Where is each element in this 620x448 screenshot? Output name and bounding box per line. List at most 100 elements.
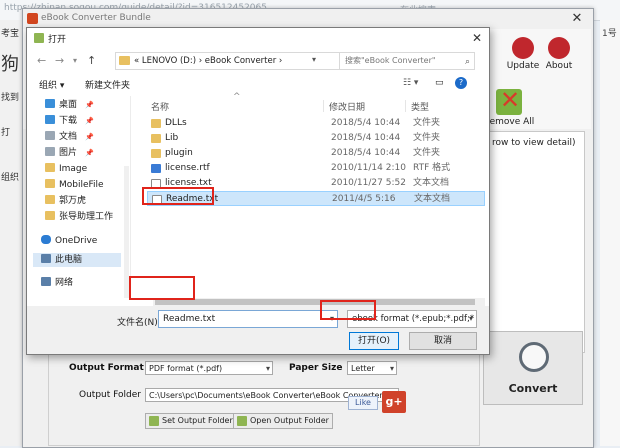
folder-icon [237, 416, 247, 426]
file-date: 2010/11/14 2:10 [331, 163, 406, 173]
nav-item-desktop[interactable]: 桌面 [45, 98, 94, 112]
nav-item-folder[interactable]: 郭万虎 [45, 194, 86, 208]
download-icon [45, 115, 55, 124]
nav-item-this-pc[interactable]: 此电脑 [41, 253, 82, 267]
rtf-file-icon [151, 164, 161, 173]
file-row-lib[interactable]: Lib 2018/5/4 10:44 文件夹 [147, 131, 485, 146]
file-date: 2011/4/5 5:16 [332, 194, 396, 204]
filename-label: 文件名(N): [117, 318, 161, 328]
nav-item-label: 下载 [59, 116, 78, 126]
picture-icon [45, 147, 55, 156]
preview-pane-icon[interactable]: ▭ [435, 78, 444, 88]
file-row-dlls[interactable]: DLLs 2018/5/4 10:44 文件夹 [147, 116, 485, 131]
chevron-down-icon: ▾ [265, 364, 270, 373]
open-button[interactable]: 打开(O) [349, 332, 399, 350]
google-plus-button[interactable]: g+ [382, 391, 406, 413]
column-separator [323, 100, 324, 112]
remove-all-button[interactable]: Remove All [483, 86, 535, 127]
output-settings-panel: Output Format PDF format (*.pdf) ▾ Paper … [48, 349, 480, 446]
folder-icon [45, 195, 55, 204]
help-icon[interactable]: ? [455, 77, 467, 89]
up-arrow-icon[interactable]: ↑ [87, 54, 96, 67]
scrollbar-thumb[interactable] [155, 299, 475, 305]
background-right-text: 1号 [602, 29, 617, 39]
nav-item-downloads[interactable]: 下载 [45, 114, 94, 128]
folder-icon [149, 416, 159, 426]
set-output-folder-label: Set Output Folder [162, 416, 233, 425]
organize-menu[interactable]: 组织 ▾ [39, 78, 64, 91]
file-date: 2010/11/27 5:52 [331, 178, 406, 188]
set-output-folder-button[interactable]: Set Output Folder [145, 413, 237, 429]
nav-item-onedrive[interactable]: OneDrive [41, 234, 97, 248]
nav-item-mobilefile[interactable]: MobileFile [45, 178, 104, 192]
file-type: 文本文档 [413, 178, 450, 188]
output-folder-label: Output Folder [79, 390, 141, 400]
folder-icon [151, 134, 161, 143]
file-name: Lib [165, 133, 179, 143]
facebook-like-button[interactable]: Like [348, 396, 378, 410]
address-path: « LENOVO (D:) › eBook Converter › [134, 56, 283, 66]
column-header-type[interactable]: 类型 [411, 100, 429, 113]
nav-item-folder[interactable]: 张导助理工作 [45, 210, 113, 224]
chevron-down-icon: ▾ [468, 314, 473, 323]
column-header-name[interactable]: 名称 [151, 100, 169, 113]
dialog-close-button[interactable]: ✕ [467, 28, 487, 48]
nav-item-label: MobileFile [59, 180, 104, 190]
open-output-folder-button[interactable]: Open Output Folder [233, 413, 333, 429]
filename-input[interactable]: Readme.txt ▾ [158, 310, 338, 328]
folder-icon [45, 211, 55, 220]
folder-icon [119, 56, 130, 65]
file-type: 文本文档 [414, 194, 451, 204]
app-close-button[interactable]: ✕ [561, 9, 593, 29]
open-file-dialog: 打开 ✕ ← → ▾ ↑ « LENOVO (D:) › eBook Conve… [26, 27, 490, 355]
dialog-title: 打开 [48, 35, 67, 45]
background-left-text: 打 [1, 128, 11, 138]
network-icon [41, 277, 51, 286]
folder-icon [151, 119, 161, 128]
paper-size-value: Letter [351, 364, 375, 373]
convert-label: Convert [508, 382, 558, 395]
cloud-icon [41, 235, 51, 244]
background-left-text: 组织 [1, 173, 20, 183]
back-arrow-icon[interactable]: ← [37, 54, 46, 67]
search-icon: ⌕ [464, 57, 470, 67]
file-name: DLLs [165, 118, 187, 128]
paper-size-select[interactable]: Letter ▾ [347, 361, 397, 375]
nav-item-label: OneDrive [55, 236, 98, 246]
output-format-label: Output Format [69, 363, 144, 373]
highlight-box-selected-file [142, 187, 214, 205]
address-bar[interactable]: « LENOVO (D:) › eBook Converter › ▾ ↻ [115, 52, 357, 70]
chevron-down-icon[interactable]: ▾ [312, 55, 316, 64]
file-row-license-rtf[interactable]: license.rtf 2010/11/14 2:10 RTF 格式 [147, 161, 485, 176]
background-left-text: 找到 [1, 93, 20, 103]
nav-item-image[interactable]: Image [45, 162, 87, 176]
file-type: RTF 格式 [413, 163, 451, 173]
horizontal-scrollbar[interactable] [153, 298, 485, 306]
forward-arrow-icon[interactable]: → [55, 54, 64, 67]
file-row-plugin[interactable]: plugin 2018/5/4 10:44 文件夹 [147, 146, 485, 161]
filename-value: Readme.txt [163, 314, 216, 324]
output-format-value: PDF format (*.pdf) [149, 364, 223, 373]
recent-locations-chevron-icon[interactable]: ▾ [73, 56, 77, 65]
nav-item-documents[interactable]: 文档 [45, 130, 94, 144]
convert-button[interactable]: Convert [483, 331, 583, 405]
search-placeholder: 搜索"eBook Converter" [345, 56, 436, 65]
nav-item-network[interactable]: 网络 [41, 276, 73, 290]
update-button[interactable]: Update [503, 37, 543, 71]
new-folder-button[interactable]: 新建文件夹 [85, 78, 130, 91]
info-icon [548, 37, 570, 59]
dialog-bottom-bar: 文件名(N): Readme.txt ▾ ebook format (*.epu… [27, 306, 489, 354]
about-button[interactable]: About [539, 37, 579, 71]
output-format-select[interactable]: PDF format (*.pdf) ▾ [145, 361, 273, 375]
app-titlebar: eBook Converter Bundle ✕ [23, 9, 593, 29]
app-logo-icon [27, 13, 38, 24]
highlight-box-filename [129, 276, 195, 300]
file-name: license.rtf [165, 163, 210, 173]
app-title: eBook Converter Bundle [41, 13, 151, 23]
view-options-icon[interactable]: ☷ ▾ [403, 78, 418, 88]
nav-item-pictures[interactable]: 图片 [45, 146, 94, 160]
cancel-button[interactable]: 取消 [409, 332, 477, 350]
search-input[interactable]: 搜索"eBook Converter" ⌕ [339, 52, 475, 70]
column-header-date[interactable]: 修改日期 [329, 100, 365, 113]
highlight-box-open-button [320, 300, 376, 320]
